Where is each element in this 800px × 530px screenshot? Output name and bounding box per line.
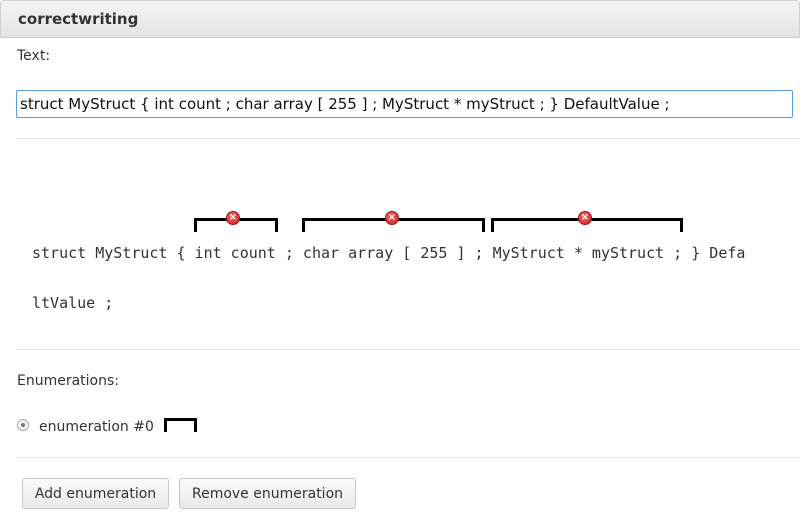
radio-selected-dot <box>21 423 25 427</box>
divider <box>16 349 800 350</box>
remove-enumeration-button[interactable]: Remove enumeration <box>179 478 356 509</box>
code-preview-line-2: ltValue ; <box>32 294 114 312</box>
divider <box>16 457 800 458</box>
code-preview-line-1: struct MyStruct { int count ; char array… <box>32 244 746 262</box>
enumeration-label: enumeration #0 <box>39 419 154 435</box>
question-header: correctwriting <box>0 0 800 38</box>
enumeration-radio[interactable] <box>17 419 29 431</box>
divider <box>16 138 800 139</box>
text-input[interactable] <box>16 90 793 118</box>
enumeration-color-bracket <box>164 418 197 432</box>
add-enumeration-button[interactable]: Add enumeration <box>22 478 169 509</box>
text-label: Text: <box>17 48 51 64</box>
enumerations-label: Enumerations: <box>17 373 120 389</box>
question-type-title: correctwriting <box>18 10 139 28</box>
error-icon[interactable]: × <box>226 211 240 225</box>
error-icon[interactable]: × <box>578 211 592 225</box>
error-icon[interactable]: × <box>385 211 399 225</box>
